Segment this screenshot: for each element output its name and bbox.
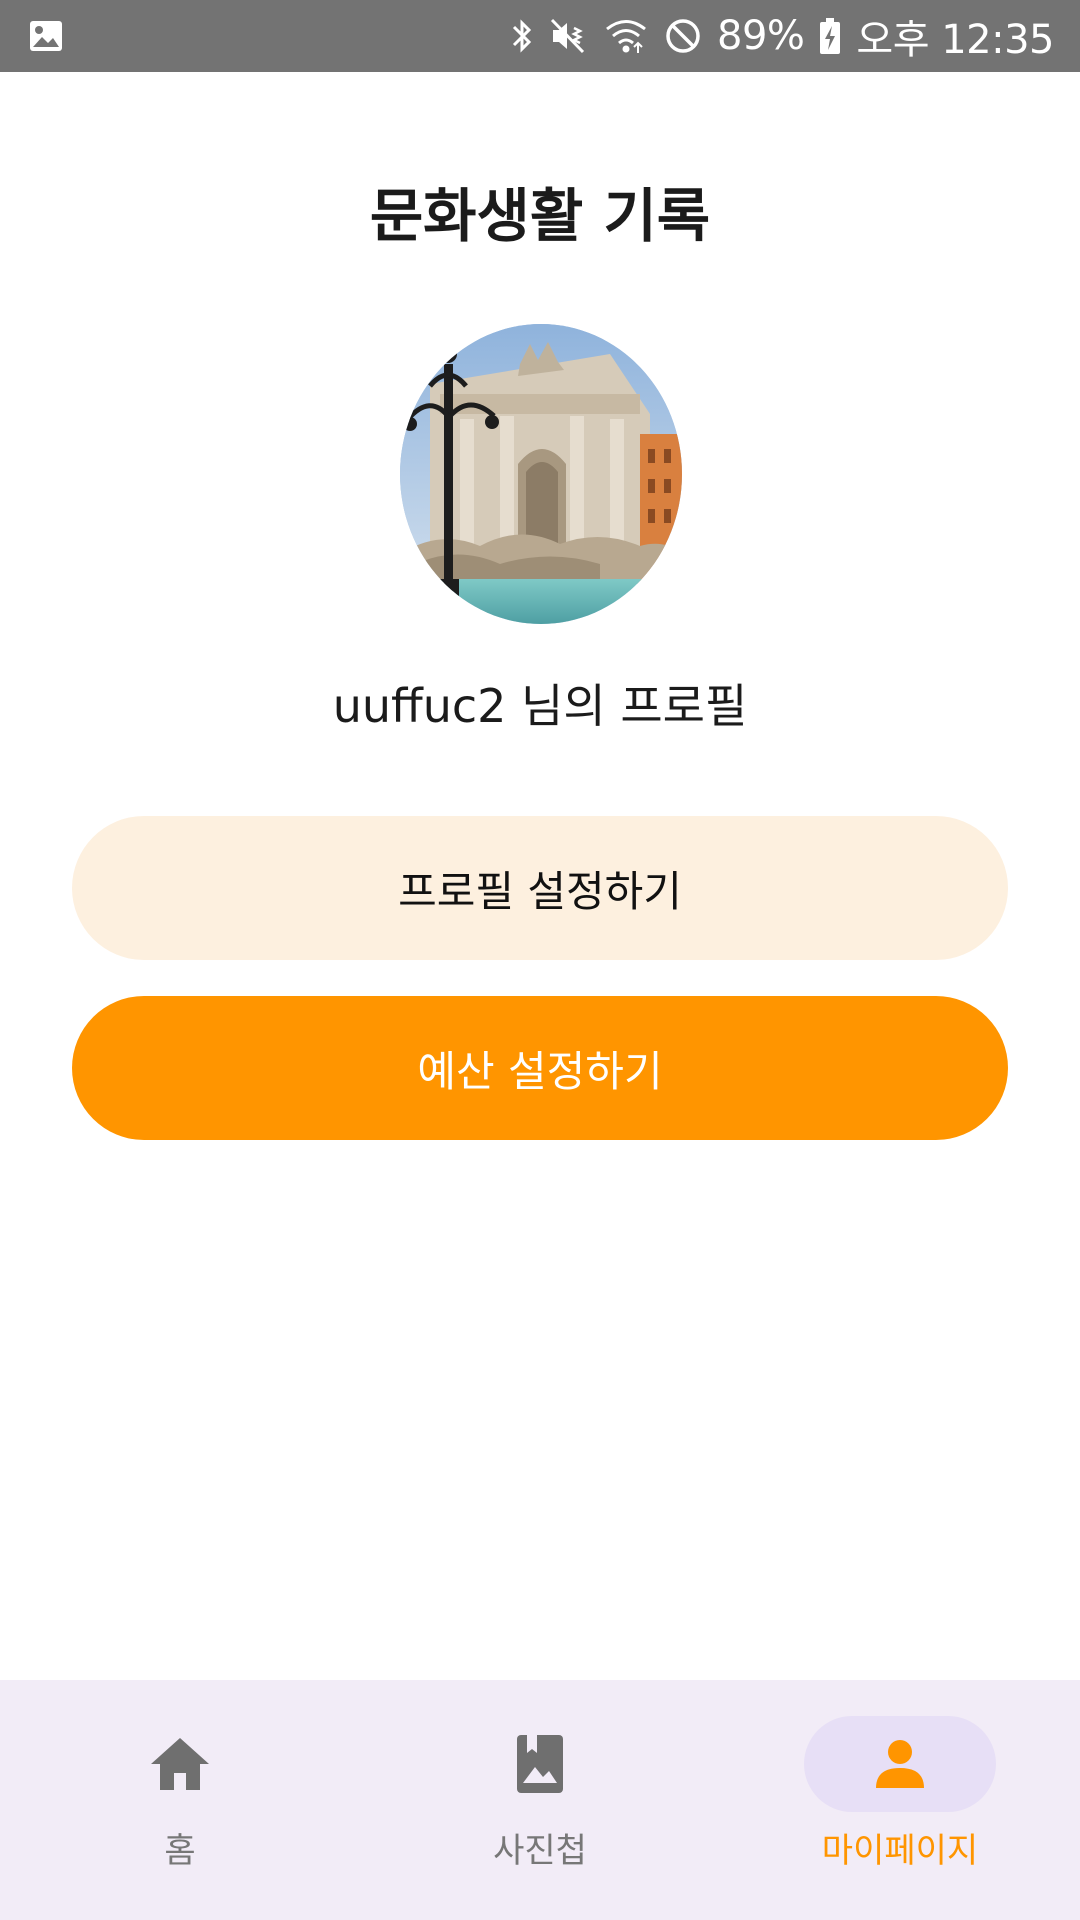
home-icon	[151, 1738, 209, 1790]
bluetooth-icon	[512, 19, 532, 53]
bottom-navigation: 홈 사진첩 마이페이지	[0, 1680, 1080, 1920]
nav-item-mypage[interactable]: 마이페이지	[720, 1680, 1080, 1920]
battery-charging-icon	[820, 18, 841, 54]
nav-icon-container	[444, 1716, 636, 1812]
nav-label-home: 홈	[164, 1831, 196, 1871]
photo-album-icon	[517, 1735, 563, 1793]
fountain-photo	[400, 324, 682, 624]
gallery-icon	[30, 21, 62, 51]
vibrate-mute-icon	[550, 18, 585, 54]
nav-icon-container-active	[804, 1716, 996, 1812]
status-bar: 89% 오후 12:35	[0, 0, 1080, 72]
nav-icon-container	[84, 1716, 276, 1812]
avatar[interactable]	[400, 324, 682, 624]
do-not-disturb-icon	[666, 19, 700, 53]
clock: 오후 12:35	[856, 17, 1054, 63]
profile-settings-button[interactable]: 프로필 설정하기	[72, 816, 1008, 960]
page-title: 문화생활 기록	[369, 182, 711, 250]
battery-percent: 89%	[717, 13, 805, 59]
screen: 89% 오후 12:35 문화생활 기록 uuffuc2 님의 프로필 프로필 …	[0, 0, 1080, 1920]
profile-name: uuffuc2 님의 프로필	[332, 679, 748, 733]
nav-item-photo-album[interactable]: 사진첩	[360, 1680, 720, 1920]
wifi-icon	[606, 20, 646, 53]
profile-settings-label: 프로필 설정하기	[398, 866, 682, 916]
budget-settings-label: 예산 설정하기	[417, 1046, 663, 1096]
nav-item-home[interactable]: 홈	[0, 1680, 360, 1920]
nav-label-mypage: 마이페이지	[821, 1831, 979, 1871]
person-icon	[876, 1740, 924, 1788]
nav-label-photo-album: 사진첩	[493, 1831, 587, 1871]
budget-settings-button[interactable]: 예산 설정하기	[72, 996, 1008, 1140]
